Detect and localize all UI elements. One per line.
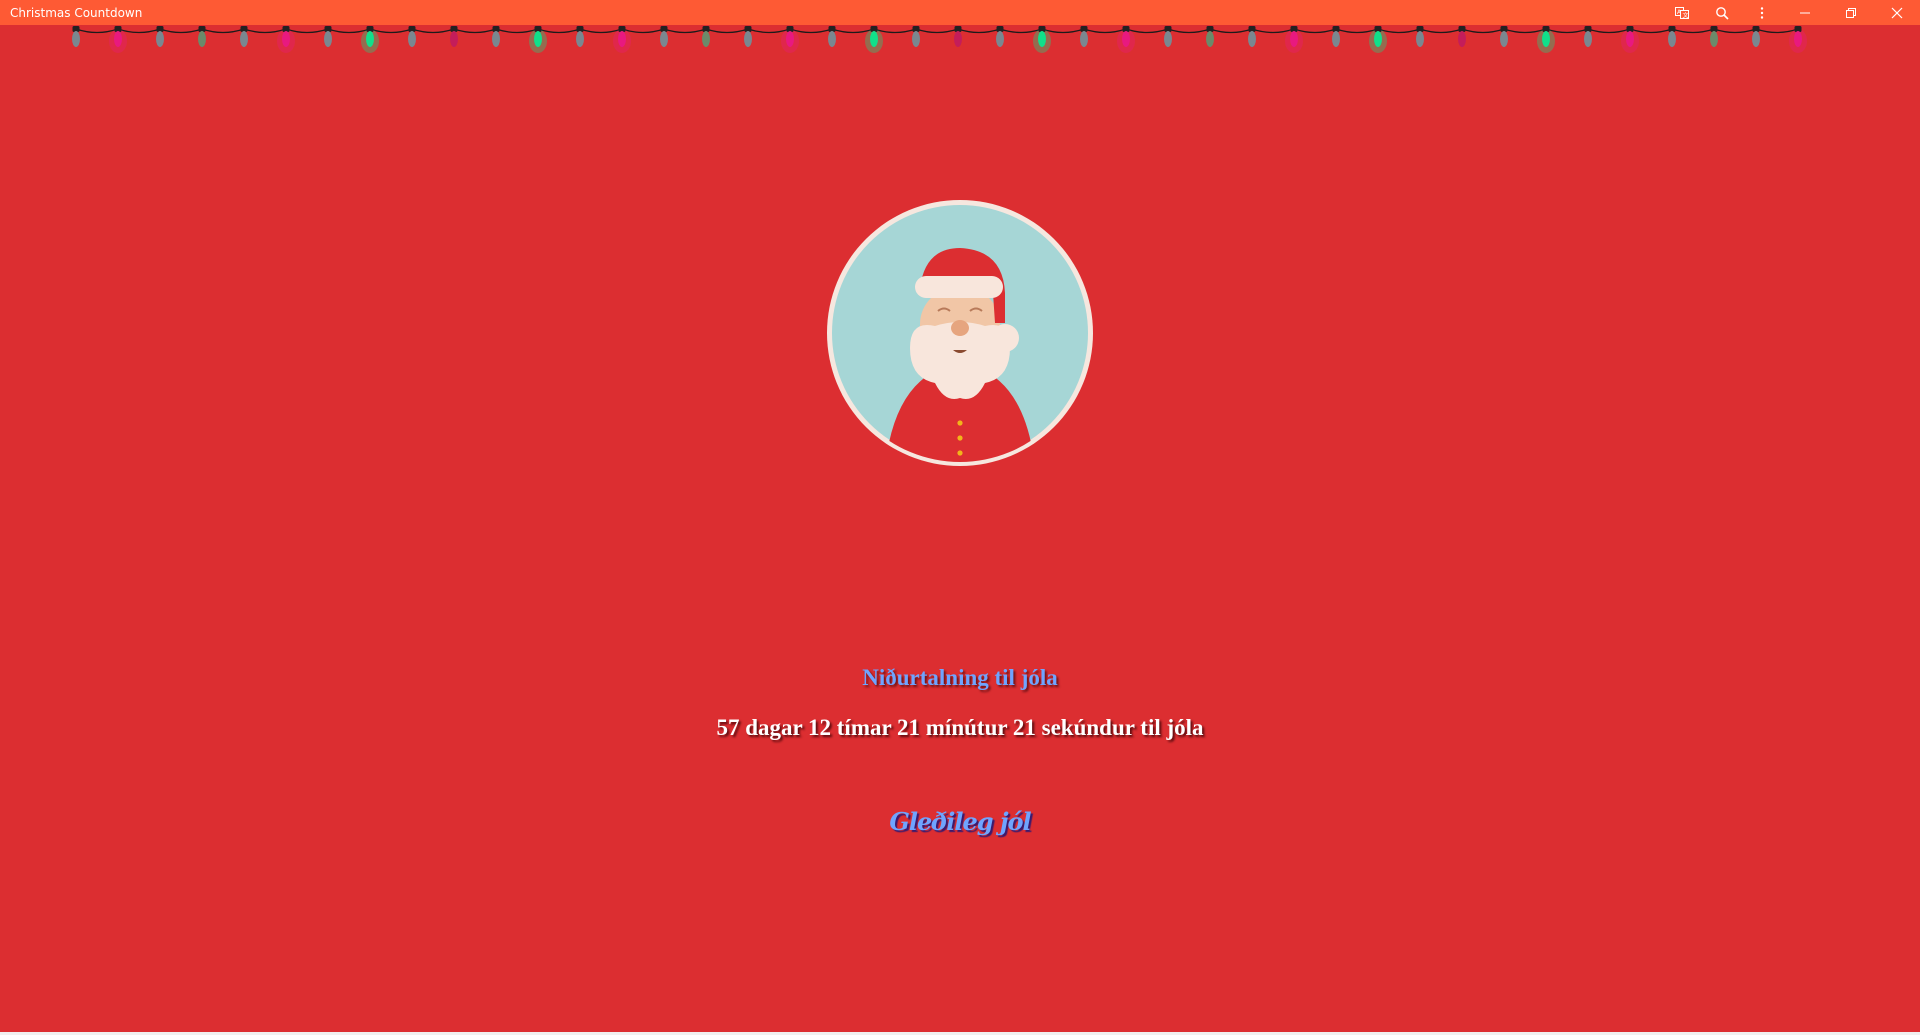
countdown-heading: Niðurtalning til jóla xyxy=(862,665,1058,690)
light-bulb xyxy=(72,26,80,47)
window-title: Christmas Countdown xyxy=(10,5,143,20)
zoom-button[interactable] xyxy=(1702,0,1742,25)
close-button[interactable] xyxy=(1874,0,1920,25)
light-bulb xyxy=(1369,26,1387,53)
light-bulb xyxy=(324,26,332,47)
light-bulb xyxy=(1584,26,1592,47)
light-bulb xyxy=(1117,26,1135,53)
light-bulb xyxy=(450,26,458,47)
lights-wire xyxy=(75,28,1799,34)
light-bulb xyxy=(912,26,920,47)
light-bulb xyxy=(198,26,206,47)
string-lights xyxy=(72,26,1807,53)
light-bulb xyxy=(996,26,1004,47)
light-bulb xyxy=(1752,26,1760,47)
more-button[interactable] xyxy=(1742,0,1782,25)
light-bulb xyxy=(954,26,962,47)
light-bulb xyxy=(1033,26,1051,53)
light-bulb xyxy=(1248,26,1256,47)
restore-icon xyxy=(1846,7,1856,18)
light-bulb xyxy=(1668,26,1676,47)
minimize-icon xyxy=(1800,12,1810,13)
translate-button[interactable]: A 文 xyxy=(1662,0,1702,25)
light-bulb xyxy=(1285,26,1303,53)
light-bulb xyxy=(1500,26,1508,47)
light-bulb xyxy=(361,26,379,53)
light-bulb xyxy=(1332,26,1340,47)
light-bulb xyxy=(865,26,883,53)
light-bulb xyxy=(781,26,799,53)
light-bulb xyxy=(1080,26,1088,47)
light-bulb xyxy=(156,26,164,47)
light-bulb xyxy=(240,26,248,47)
light-bulb xyxy=(1416,26,1424,47)
light-bulb xyxy=(613,26,631,53)
light-bulb xyxy=(1164,26,1172,47)
light-bulb xyxy=(1710,26,1718,47)
light-bulb xyxy=(492,26,500,47)
title-bar: Christmas Countdown A 文 xyxy=(0,0,1920,25)
light-bulb xyxy=(1537,26,1555,53)
light-bulb xyxy=(702,26,710,47)
greeting-text: Gleðileg jól xyxy=(889,807,1031,836)
light-bulb xyxy=(744,26,752,47)
restore-button[interactable] xyxy=(1828,0,1874,25)
light-bulb xyxy=(1621,26,1639,53)
light-bulb xyxy=(408,26,416,47)
translate-icon: A 文 xyxy=(1675,6,1689,19)
close-icon xyxy=(1891,7,1903,18)
santa-avatar xyxy=(827,200,1093,466)
zoom-icon xyxy=(1716,6,1729,20)
svg-text:文: 文 xyxy=(1683,11,1689,19)
light-bulb xyxy=(576,26,584,47)
light-bulb xyxy=(660,26,668,47)
more-icon xyxy=(1760,6,1764,19)
countdown-text: 57 dagar 12 tímar 21 mínútur 21 sekúndur… xyxy=(716,715,1204,740)
light-bulb xyxy=(828,26,836,47)
light-bulb xyxy=(277,26,295,53)
light-bulb xyxy=(529,26,547,53)
light-bulb xyxy=(1206,26,1214,47)
light-bulb xyxy=(1789,26,1807,53)
light-bulb xyxy=(109,26,127,53)
light-bulb xyxy=(1458,26,1466,47)
app-content: Niðurtalning til jóla 57 dagar 12 tímar … xyxy=(0,25,1920,1032)
minimize-button[interactable] xyxy=(1782,0,1828,25)
